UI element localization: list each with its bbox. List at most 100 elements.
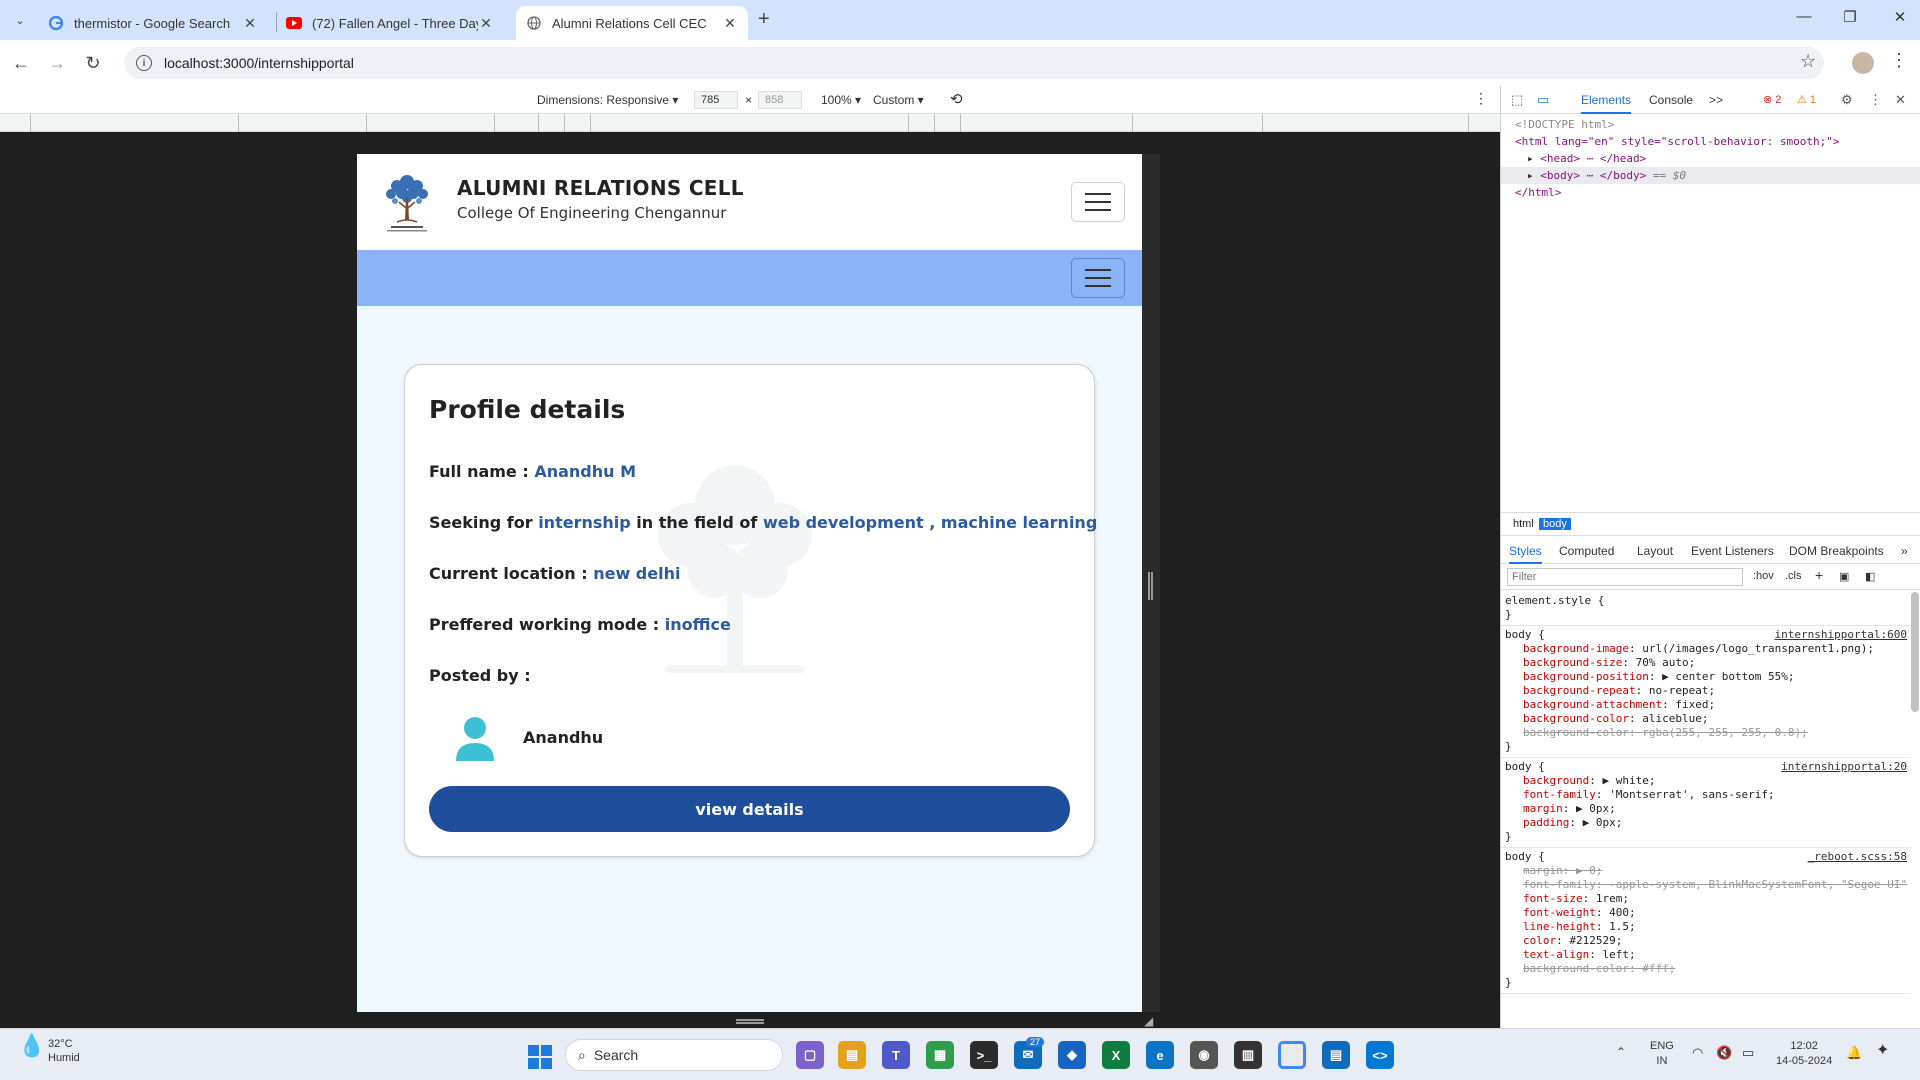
dom-html-open[interactable]: <html lang="en" style="scroll-behavior: … xyxy=(1501,133,1920,150)
css-property-name[interactable]: background-repeat xyxy=(1523,684,1636,697)
excel-icon[interactable]: X xyxy=(1102,1041,1130,1069)
css-property-value[interactable]: ▶ 0px; xyxy=(1576,802,1616,815)
css-property-name[interactable]: padding xyxy=(1523,816,1569,829)
css-property-value[interactable]: rgba(255, 255, 255, 0.8); xyxy=(1642,726,1808,739)
css-property-name[interactable]: font-family xyxy=(1523,878,1596,891)
css-declaration[interactable]: background: ▶ white; xyxy=(1505,774,1907,788)
css-declaration[interactable]: text-align: left; xyxy=(1505,948,1907,962)
teams-icon[interactable]: T xyxy=(882,1041,910,1069)
tab-styles[interactable]: Styles xyxy=(1509,544,1542,564)
css-property-value[interactable]: 70% auto; xyxy=(1636,656,1696,669)
css-source-link[interactable]: internshipportal:20 xyxy=(1781,760,1907,774)
css-declaration[interactable]: margin: ▶ 0; xyxy=(1505,864,1907,878)
header-hamburger-menu-button[interactable] xyxy=(1071,182,1125,222)
ruler-mark[interactable] xyxy=(908,114,909,132)
back-arrow-icon[interactable]: ← xyxy=(8,50,34,76)
css-declaration[interactable]: margin: ▶ 0px; xyxy=(1505,802,1907,816)
tab-search-chevron-icon[interactable]: ⌄ xyxy=(8,8,32,32)
css-property-name[interactable]: background-color xyxy=(1523,712,1629,725)
ruler-mark[interactable] xyxy=(934,114,935,132)
battery-icon[interactable]: ▭ xyxy=(1742,1045,1754,1060)
dom-html-close[interactable]: </html> xyxy=(1501,184,1920,201)
ruler-mark[interactable] xyxy=(1468,114,1469,132)
ruler-mark[interactable] xyxy=(564,114,565,132)
css-property-value[interactable]: url(/images/logo_transparent1.png); xyxy=(1642,642,1874,655)
styles-filter-input[interactable] xyxy=(1507,568,1743,586)
close-tab-icon[interactable]: ✕ xyxy=(722,15,738,32)
css-declaration[interactable]: font-family: 'Montserrat', sans-serif; xyxy=(1505,788,1907,802)
css-property-value[interactable]: aliceblue; xyxy=(1642,712,1708,725)
css-property-name[interactable]: background xyxy=(1523,774,1589,787)
new-tab-plus-icon[interactable]: + xyxy=(758,8,770,31)
minimize-icon[interactable]: — xyxy=(1789,8,1819,25)
css-property-name[interactable]: font-size xyxy=(1523,892,1583,905)
navbar-hamburger-menu-button[interactable] xyxy=(1071,258,1125,298)
css-property-value[interactable]: ▶ white; xyxy=(1602,774,1655,787)
notepad-icon[interactable]: ▤ xyxy=(1322,1041,1350,1069)
tab-event-listeners[interactable]: Event Listeners xyxy=(1691,544,1774,558)
forward-arrow-icon[interactable]: → xyxy=(44,50,70,76)
reload-icon[interactable]: ↻ xyxy=(80,50,106,76)
css-source-link[interactable]: _reboot.scss:58 xyxy=(1808,850,1907,864)
ruler-mark[interactable] xyxy=(1262,114,1263,132)
computed-styles-toggle-icon[interactable]: ▣ xyxy=(1839,570,1849,583)
css-property-value[interactable]: ▶ center bottom 55%; xyxy=(1662,670,1794,683)
breadcrumb-html[interactable]: html xyxy=(1509,518,1538,530)
expand-arrow-icon[interactable]: ▸ xyxy=(1527,152,1534,165)
css-property-value[interactable]: 400; xyxy=(1609,906,1636,919)
error-count-badge[interactable]: ⊗ 2 xyxy=(1763,93,1781,106)
css-property-value[interactable]: #fff; xyxy=(1642,962,1675,975)
tray-overflow-chevron-icon[interactable]: ⌃ xyxy=(1616,1045,1626,1060)
vscode-icon[interactable]: <> xyxy=(1366,1041,1394,1069)
terminal-icon[interactable]: >_ xyxy=(970,1041,998,1069)
device-toggle-icon[interactable]: ▭ xyxy=(1537,92,1549,108)
ruler-mark[interactable] xyxy=(960,114,961,132)
devtools-close-icon[interactable]: ✕ xyxy=(1895,92,1906,108)
address-bar[interactable]: i localhost:3000/internshipportal xyxy=(124,47,1824,79)
ruler-mark[interactable] xyxy=(538,114,539,132)
css-property-value[interactable]: ▶ 0; xyxy=(1576,864,1603,877)
devtools-menu-icon[interactable]: ⋮ xyxy=(1869,92,1882,108)
hover-state-toggle[interactable]: :hov xyxy=(1753,570,1774,582)
warning-count-badge[interactable]: ⚠ 1 xyxy=(1797,93,1816,106)
dom-doctype[interactable]: <!DOCTYPE html> xyxy=(1501,116,1920,133)
more-style-tabs-icon[interactable]: » xyxy=(1901,544,1908,558)
tab-elements[interactable]: Elements xyxy=(1581,93,1632,114)
edge-icon[interactable]: e xyxy=(1146,1041,1174,1069)
dom-head-node[interactable]: ▸ <head> ⋯ </head> xyxy=(1501,150,1920,167)
tab-layout[interactable]: Layout xyxy=(1637,544,1673,558)
inspect-element-icon[interactable]: ⬚ xyxy=(1511,92,1523,108)
css-declaration[interactable]: color: #212529; xyxy=(1505,934,1907,948)
css-declaration[interactable]: background-attachment: fixed; xyxy=(1505,698,1907,712)
zoom-dropdown[interactable]: 100% ▾ xyxy=(821,93,861,107)
ruler-mark[interactable] xyxy=(238,114,239,132)
sidebar-toggle-icon[interactable]: ◧ xyxy=(1865,570,1875,583)
styles-scrollbar[interactable] xyxy=(1911,592,1919,712)
browser-tab-google[interactable]: thermistor - Google Search ✕ xyxy=(38,6,268,40)
viewport-right-resize-handle[interactable] xyxy=(1142,154,1160,1012)
css-property-value[interactable]: 1rem; xyxy=(1596,892,1629,905)
css-declaration[interactable]: background-color: rgba(255, 255, 255, 0.… xyxy=(1505,726,1907,740)
css-declaration[interactable]: background-size: 70% auto; xyxy=(1505,656,1907,670)
dom-body-node[interactable]: ▸ <body> ⋯ </body> == $0 xyxy=(1501,167,1920,184)
css-declaration[interactable]: padding: ▶ 0px; xyxy=(1505,816,1907,830)
css-property-value[interactable]: -apple-system, BlinkMacSystemFont, "Sego… xyxy=(1609,878,1907,891)
taskbar-search-box[interactable]: ⌕ Search xyxy=(565,1039,783,1071)
css-property-name[interactable]: margin xyxy=(1523,802,1563,815)
notifications-bell-icon[interactable]: 🔔 xyxy=(1846,1045,1862,1060)
css-source-link[interactable]: internshipportal:600 xyxy=(1775,628,1907,642)
css-declaration[interactable]: background-repeat: no-repeat; xyxy=(1505,684,1907,698)
settings-gear-icon[interactable]: ⚙ xyxy=(1841,92,1853,108)
css-property-name[interactable]: background-color xyxy=(1523,726,1629,739)
app-icon[interactable]: ▥ xyxy=(1234,1041,1262,1069)
ruler-mark[interactable] xyxy=(30,114,31,132)
browser-menu-icon[interactable]: ⋮ xyxy=(1890,50,1908,71)
css-property-name[interactable]: font-weight xyxy=(1523,906,1596,919)
ruler-mark[interactable] xyxy=(590,114,591,132)
ruler-mark[interactable] xyxy=(494,114,495,132)
css-property-name[interactable]: background-color xyxy=(1523,962,1629,975)
dimensions-dropdown[interactable]: Dimensions: Responsive ▾ xyxy=(537,93,678,107)
copilot-icon[interactable]: ✦ xyxy=(1876,1043,1889,1059)
restore-icon[interactable]: ❐ xyxy=(1835,8,1865,26)
css-property-name[interactable]: background-size xyxy=(1523,656,1622,669)
